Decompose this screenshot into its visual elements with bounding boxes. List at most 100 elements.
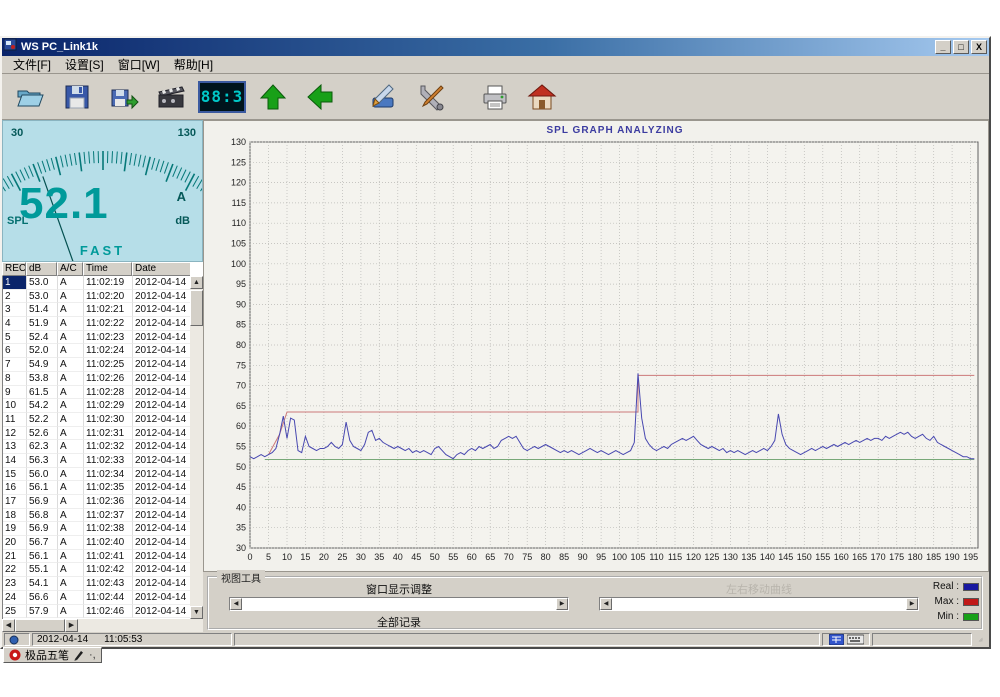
svg-text:130: 130 [231, 138, 246, 147]
table-row[interactable]: 2156.1A11:02:412012-04-14 [3, 550, 203, 564]
table-row[interactable]: 451.9A11:02:222012-04-14 [3, 317, 203, 331]
ime-indicator-icon[interactable] [829, 634, 844, 645]
chart-title: SPL GRAPH ANALYZING [204, 125, 988, 136]
table-row[interactable]: 1054.2A11:02:292012-04-14 [3, 399, 203, 413]
table-row[interactable]: 754.9A11:02:252012-04-14 [3, 358, 203, 372]
column-header-db[interactable]: dB [26, 262, 57, 276]
title-bar[interactable]: WS PC_Link1k _ □ X [2, 38, 989, 56]
open-button[interactable] [10, 78, 50, 116]
table-row[interactable]: 1756.9A11:02:362012-04-14 [3, 495, 203, 509]
table-row[interactable]: 2354.1A11:02:432012-04-14 [3, 577, 203, 591]
scroll-left-icon[interactable]: ◀ [2, 619, 15, 632]
table-cell: 11:02:46 [84, 605, 133, 619]
scrollbar-thumb[interactable] [190, 290, 203, 326]
slider-track[interactable] [242, 598, 556, 610]
svg-text:100: 100 [231, 259, 246, 269]
table-cell: 2012-04-14 [133, 563, 191, 577]
table-cell: 14 [3, 454, 27, 468]
resize-grip[interactable] [974, 633, 987, 646]
table-row[interactable]: 253.0A11:02:202012-04-14 [3, 290, 203, 304]
svg-text:5: 5 [266, 552, 271, 562]
table-row[interactable]: 1656.1A11:02:352012-04-14 [3, 481, 203, 495]
settings-tools-button[interactable] [411, 78, 451, 116]
close-button[interactable]: X [971, 40, 987, 54]
slider-right-icon[interactable]: ▶ [556, 598, 568, 610]
table-cell: 53.0 [27, 290, 58, 304]
table-row[interactable]: 853.8A11:02:262012-04-14 [3, 372, 203, 386]
table-row[interactable]: 2456.6A11:02:442012-04-14 [3, 591, 203, 605]
svg-text:100: 100 [612, 552, 627, 562]
minimize-button[interactable]: _ [935, 40, 951, 54]
window-adjust-slider[interactable]: ◀ ▶ [229, 597, 569, 611]
grip-icon [978, 634, 983, 645]
scroll-down-icon[interactable]: ▼ [190, 606, 203, 619]
scroll-up-icon[interactable]: ▲ [190, 276, 203, 289]
table-row[interactable]: 1152.2A11:02:302012-04-14 [3, 413, 203, 427]
export-button[interactable] [104, 78, 144, 116]
svg-text:50: 50 [430, 552, 440, 562]
menu-file[interactable]: 文件[F] [6, 55, 58, 74]
table-row[interactable]: 552.4A11:02:232012-04-14 [3, 331, 203, 345]
column-header-date[interactable]: Date [132, 262, 190, 276]
table-cell: 5 [3, 331, 27, 345]
svg-text:140: 140 [760, 552, 775, 562]
svg-text:110: 110 [649, 552, 663, 562]
slider-left-icon[interactable]: ◀ [230, 598, 242, 610]
table-row[interactable]: 1362.3A11:02:322012-04-14 [3, 440, 203, 454]
speed-label: FAST [3, 243, 202, 258]
scrollbar-thumb[interactable] [15, 619, 65, 632]
table-vertical-scrollbar[interactable]: ▲ ▼ [190, 276, 203, 619]
table-cell: 15 [3, 468, 27, 482]
pen-icon[interactable] [73, 649, 85, 661]
save-button[interactable] [57, 78, 97, 116]
keyboard-icon[interactable] [847, 634, 864, 645]
print-button[interactable] [475, 78, 515, 116]
table-row[interactable]: 1856.8A11:02:372012-04-14 [3, 509, 203, 523]
record-rows: 153.0A11:02:192012-04-14253.0A11:02:2020… [2, 276, 203, 619]
slider-left-icon[interactable]: ◀ [600, 598, 612, 610]
table-cell: A [58, 440, 84, 454]
table-row[interactable]: 1456.3A11:02:332012-04-14 [3, 454, 203, 468]
upload-button[interactable] [253, 78, 293, 116]
column-header-ac[interactable]: A/C [57, 262, 83, 276]
ime-logo-icon[interactable] [9, 649, 21, 661]
ime-toolbar[interactable]: 极品五笔 ·, [3, 647, 102, 663]
svg-text:155: 155 [815, 552, 830, 562]
table-row[interactable]: 1956.9A11:02:382012-04-14 [3, 522, 203, 536]
maximize-button[interactable]: □ [953, 40, 969, 54]
table-cell: A [58, 522, 84, 536]
table-row[interactable]: 2056.7A11:02:402012-04-14 [3, 536, 203, 550]
table-row[interactable]: 1252.6A11:02:312012-04-14 [3, 427, 203, 441]
table-row[interactable]: 2255.1A11:02:422012-04-14 [3, 563, 203, 577]
exit-button[interactable] [522, 78, 562, 116]
back-button[interactable] [300, 78, 340, 116]
save-floppy-icon [62, 82, 92, 112]
edit-tools-button[interactable] [364, 78, 404, 116]
status-bar: 2012-04-14 11:05:53 [2, 632, 989, 647]
menu-window[interactable]: 窗口[W] [111, 55, 167, 74]
table-row[interactable]: 961.5A11:02:282012-04-14 [3, 386, 203, 400]
table-row[interactable]: 351.4A11:02:212012-04-14 [3, 303, 203, 317]
table-cell: A [58, 563, 84, 577]
table-row[interactable]: 652.0A11:02:242012-04-14 [3, 344, 203, 358]
mode-label: SPL [7, 215, 28, 227]
video-button[interactable] [151, 78, 191, 116]
table-row[interactable]: 1556.0A11:02:342012-04-14 [3, 468, 203, 482]
table-cell: 52.2 [27, 413, 58, 427]
table-row[interactable]: 153.0A11:02:192012-04-14 [3, 276, 203, 290]
table-horizontal-scrollbar[interactable]: ◀ ▶ [2, 619, 203, 632]
column-header-time[interactable]: Time [83, 262, 132, 276]
menu-settings[interactable]: 设置[S] [58, 55, 111, 74]
scroll-right-icon[interactable]: ▶ [65, 619, 78, 632]
desktop: WS PC_Link1k _ □ X 文件[F] 设置[S] 窗口[W] 帮助[… [0, 0, 1000, 697]
playback-slider[interactable]: ◀ ▶ [599, 597, 919, 611]
column-header-rec[interactable]: REC [2, 262, 26, 276]
ime-punct-label[interactable]: ·, [89, 649, 96, 661]
table-row[interactable]: 2557.9A11:02:462012-04-14 [3, 605, 203, 619]
table-cell: 11:02:25 [84, 358, 133, 372]
slider-track[interactable] [612, 598, 906, 610]
menu-help[interactable]: 帮助[H] [167, 55, 220, 74]
ime-name-label[interactable]: 极品五笔 [25, 647, 69, 663]
table-cell: 2012-04-14 [133, 577, 191, 591]
table-cell: 9 [3, 386, 27, 400]
